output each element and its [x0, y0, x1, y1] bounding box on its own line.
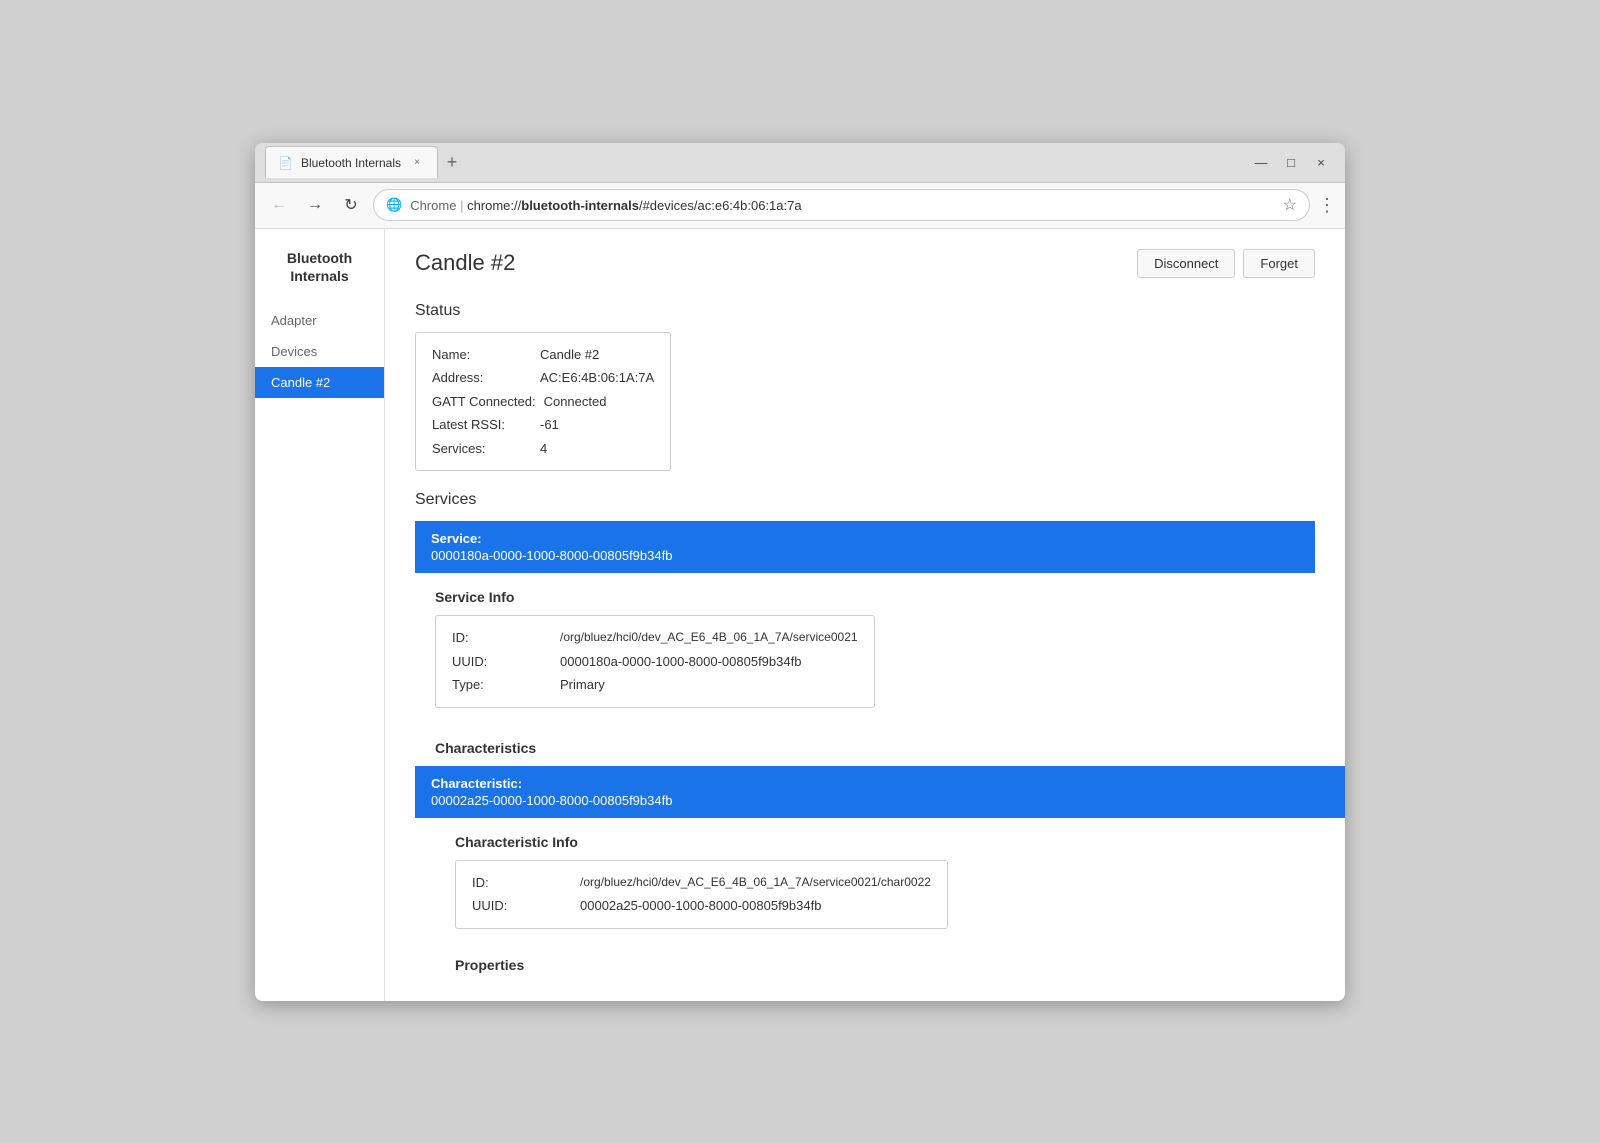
status-services-row: Services: 4	[432, 439, 654, 459]
characteristic-bar[interactable]: Characteristic: 00002a25-0000-1000-8000-…	[415, 766, 1345, 818]
rssi-value: -61	[540, 415, 559, 435]
status-gatt-row: GATT Connected: Connected	[432, 392, 654, 412]
address-value: AC:E6:4B:06:1A:7A	[540, 368, 654, 388]
characteristic-id-value: /org/bluez/hci0/dev_AC_E6_4B_06_1A_7A/se…	[580, 873, 931, 893]
characteristic-info-box: ID: /org/bluez/hci0/dev_AC_E6_4B_06_1A_7…	[455, 860, 948, 929]
forget-button[interactable]: Forget	[1243, 249, 1315, 278]
tab-title: Bluetooth Internals	[301, 156, 401, 170]
service-details: Service Info ID: /org/bluez/hci0/dev_AC_…	[415, 589, 1315, 973]
header-buttons: Disconnect Forget	[1137, 249, 1315, 278]
forward-button[interactable]: →	[301, 191, 329, 219]
characteristics-section-title: Characteristics	[435, 740, 1315, 756]
service-id-label: ID:	[452, 628, 552, 648]
service-id-value: /org/bluez/hci0/dev_AC_E6_4B_06_1A_7A/se…	[560, 628, 858, 648]
gatt-value: Connected	[544, 392, 607, 412]
characteristic-id-row: ID: /org/bluez/hci0/dev_AC_E6_4B_06_1A_7…	[472, 873, 931, 893]
reload-button[interactable]: ↻	[337, 191, 365, 219]
service-bar-label: Service:	[431, 531, 1299, 546]
window-controls: — □ ×	[1247, 148, 1335, 176]
url-host: bluetooth-internals	[521, 198, 639, 213]
tab-close-button[interactable]: ×	[409, 155, 425, 171]
status-rssi-row: Latest RSSI: -61	[432, 415, 654, 435]
characteristic-uuid-value: 00002a25-0000-1000-8000-00805f9b34fb	[580, 896, 821, 916]
characteristic-id-label: ID:	[472, 873, 572, 893]
name-value: Candle #2	[540, 345, 599, 365]
sidebar-title: Bluetooth Internals	[255, 249, 384, 305]
rssi-label: Latest RSSI:	[432, 415, 532, 435]
back-button[interactable]: ←	[265, 191, 293, 219]
secure-icon: 🌐	[386, 197, 402, 213]
minimize-button[interactable]: —	[1247, 148, 1275, 176]
tab-icon: 📄	[278, 156, 293, 170]
url-divider: |	[460, 198, 467, 213]
sidebar-item-devices[interactable]: Devices	[255, 336, 384, 367]
service-uuid-row: UUID: 0000180a-0000-1000-8000-00805f9b34…	[452, 652, 858, 672]
page-title: Candle #2	[415, 250, 515, 276]
characteristic-uuid-row: UUID: 00002a25-0000-1000-8000-00805f9b34…	[472, 896, 931, 916]
service-type-label: Type:	[452, 675, 552, 695]
browser-tab[interactable]: 📄 Bluetooth Internals ×	[265, 146, 438, 178]
maximize-button[interactable]: □	[1277, 148, 1305, 176]
url-text: Chrome | chrome://bluetooth-internals/#d…	[410, 198, 1274, 213]
browser-content: Bluetooth Internals Adapter Devices Cand…	[255, 229, 1345, 1001]
service-id-row: ID: /org/bluez/hci0/dev_AC_E6_4B_06_1A_7…	[452, 628, 858, 648]
characteristic-bar-label: Characteristic:	[431, 776, 1329, 791]
properties-section-title: Properties	[455, 957, 1315, 973]
service-bar-uuid: 0000180a-0000-1000-8000-00805f9b34fb	[431, 548, 1299, 563]
gatt-label: GATT Connected:	[432, 392, 536, 412]
browser-menu-icon[interactable]: ⋮	[1318, 195, 1335, 216]
close-button[interactable]: ×	[1307, 148, 1335, 176]
services-count-label: Services:	[432, 439, 532, 459]
sidebar: Bluetooth Internals Adapter Devices Cand…	[255, 229, 385, 1001]
status-address-row: Address: AC:E6:4B:06:1A:7A	[432, 368, 654, 388]
url-bar[interactable]: 🌐 Chrome | chrome://bluetooth-internals/…	[373, 189, 1310, 221]
services-section-title: Services	[415, 491, 1315, 509]
service-info-box: ID: /org/bluez/hci0/dev_AC_E6_4B_06_1A_7…	[435, 615, 875, 708]
status-section-title: Status	[415, 302, 1315, 320]
service-info-title: Service Info	[435, 589, 1315, 605]
name-label: Name:	[432, 345, 532, 365]
service-uuid-label: UUID:	[452, 652, 552, 672]
status-name-row: Name: Candle #2	[432, 345, 654, 365]
sidebar-item-candle2[interactable]: Candle #2	[255, 367, 384, 398]
service-type-row: Type: Primary	[452, 675, 858, 695]
status-section: Status Name: Candle #2 Address: AC:E6:4B…	[415, 302, 1315, 492]
services-section: Services Service: 0000180a-0000-1000-800…	[415, 491, 1315, 973]
page-header: Candle #2 Disconnect Forget	[415, 249, 1315, 278]
service-bar[interactable]: Service: 0000180a-0000-1000-8000-00805f9…	[415, 521, 1315, 573]
characteristic-uuid-label: UUID:	[472, 896, 572, 916]
characteristic-info-title: Characteristic Info	[455, 834, 1315, 850]
service-type-value: Primary	[560, 675, 605, 695]
status-info-box: Name: Candle #2 Address: AC:E6:4B:06:1A:…	[415, 332, 671, 472]
title-bar: 📄 Bluetooth Internals × + — □ ×	[255, 143, 1345, 183]
disconnect-button[interactable]: Disconnect	[1137, 249, 1235, 278]
main-panel: Candle #2 Disconnect Forget Status Name:…	[385, 229, 1345, 1001]
browser-window: 📄 Bluetooth Internals × + — □ × ← → ↻ 🌐 …	[255, 143, 1345, 1001]
service-uuid-value: 0000180a-0000-1000-8000-00805f9b34fb	[560, 652, 801, 672]
sidebar-item-adapter[interactable]: Adapter	[255, 305, 384, 336]
url-protocol: chrome://	[467, 198, 521, 213]
characteristic-bar-uuid: 00002a25-0000-1000-8000-00805f9b34fb	[431, 793, 1329, 808]
address-bar: ← → ↻ 🌐 Chrome | chrome://bluetooth-inte…	[255, 183, 1345, 229]
new-tab-button[interactable]: +	[438, 148, 466, 176]
bookmark-star-icon[interactable]: ☆	[1283, 195, 1297, 215]
address-label: Address:	[432, 368, 532, 388]
url-path: /#devices/ac:e6:4b:06:1a:7a	[639, 198, 802, 213]
characteristic-details: Characteristic Info ID: /org/bluez/hci0/…	[435, 834, 1315, 973]
url-browser-label: Chrome	[410, 198, 456, 213]
services-count-value: 4	[540, 439, 547, 459]
